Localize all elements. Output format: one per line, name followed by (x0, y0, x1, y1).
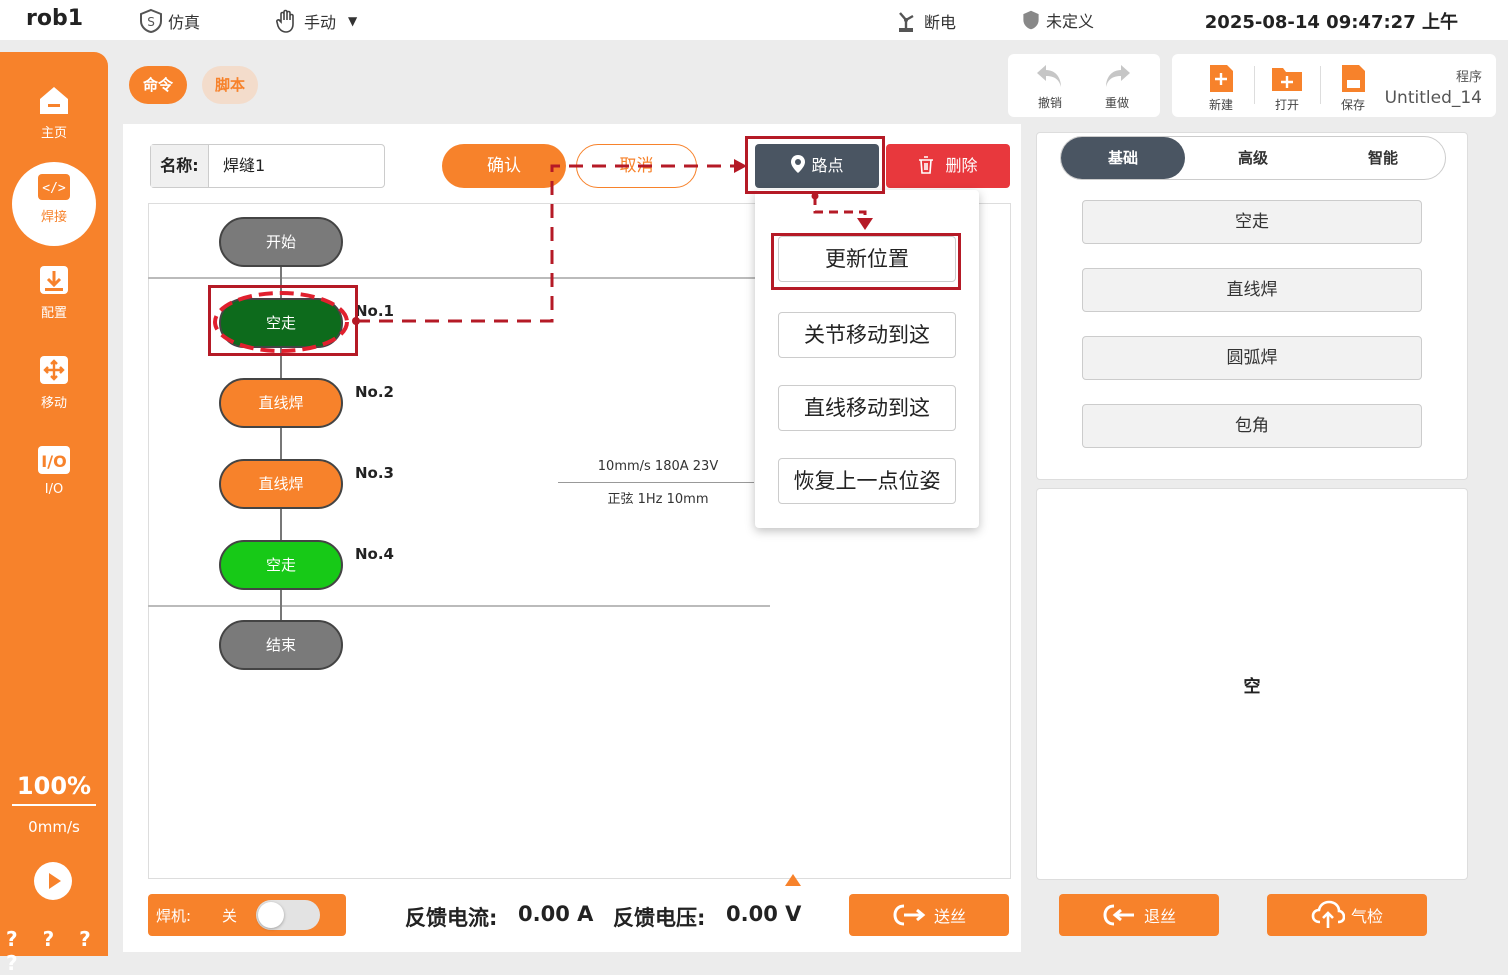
feed-wire-label: 送丝 (933, 907, 966, 926)
feedback-current-value: 0.00 A (518, 902, 594, 926)
caret-up-icon[interactable] (785, 874, 801, 886)
empty-state-text: 空 (1243, 677, 1261, 697)
add-air-move-button[interactable]: 空走 (1082, 200, 1422, 244)
add-corner-wrap-button[interactable]: 包角 (1082, 404, 1422, 448)
palette-tabs: 基础 高级 智能 (1060, 136, 1446, 180)
tab-smart[interactable]: 智能 (1321, 137, 1445, 179)
tab-advanced[interactable]: 高级 (1191, 137, 1315, 179)
retract-wire-button[interactable]: 退丝 (1059, 894, 1219, 936)
welder-label: 焊机: (156, 907, 192, 925)
welder-switch-panel: 焊机: 关 (148, 894, 346, 936)
welder-toggle[interactable] (256, 900, 320, 930)
feed-wire-button[interactable]: 送丝 (849, 894, 1009, 936)
feedback-voltage-value: 0.00 V (726, 902, 802, 926)
add-arc-weld-button[interactable]: 圆弧焊 (1082, 336, 1422, 380)
toggle-knob (258, 902, 284, 928)
cloud-upload-icon (1311, 900, 1345, 928)
retract-wire-label: 退丝 (1143, 907, 1176, 926)
feedback-current-label: 反馈电流: (405, 906, 498, 930)
gas-check-label: 气检 (1350, 907, 1383, 926)
gas-check-button[interactable]: 气检 (1267, 894, 1427, 936)
wire-retract-icon (1103, 904, 1134, 926)
wire-feed-icon (893, 904, 926, 926)
tab-basic[interactable]: 基础 (1061, 137, 1185, 179)
feedback-voltage-label: 反馈电压: (613, 906, 706, 930)
add-linear-weld-button[interactable]: 直线焊 (1082, 268, 1422, 312)
welder-state: 关 (222, 907, 238, 925)
